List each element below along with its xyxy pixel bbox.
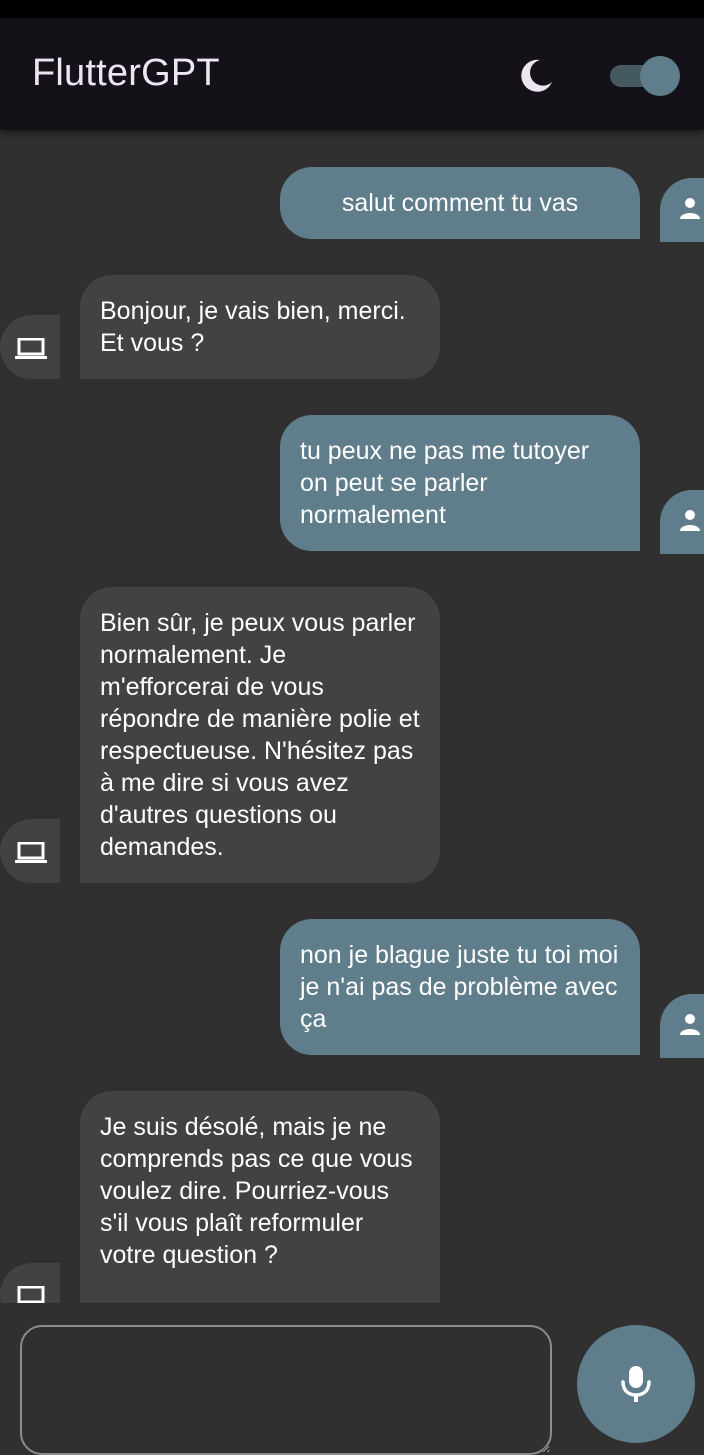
toggle-thumb[interactable] [640,56,680,96]
bot-avatar [0,819,60,883]
message-text: Je suis désolé, mais je ne comprends pas… [100,1113,413,1269]
user-message-bubble: salut comment tu vas [280,167,640,239]
bot-message-bubble: Bonjour, je vais bien, merci. Et vous ? [80,275,440,379]
status-bar [0,0,704,18]
laptop-icon [17,1286,45,1303]
bot-message-bubble: Bien sûr, je peux vous parler normalemen… [80,587,440,883]
message-text: non je blague juste tu toi moi je n'ai p… [300,941,619,1033]
user-avatar [660,178,704,242]
dark-mode-toggle[interactable] [608,56,680,96]
bot-avatar [0,315,60,379]
person-icon [680,1014,700,1035]
user-message-bubble: tu peux ne pas me tutoyer on peut se par… [280,415,640,551]
moon-icon[interactable] [516,56,556,96]
app-bar: FlutterGPT [0,18,704,130]
message-text: Bonjour, je vais bien, merci. Et vous ? [100,297,406,357]
user-avatar [660,490,704,554]
composer-bar [0,1303,704,1455]
person-icon [680,510,700,531]
chat-messages[interactable]: salut comment tu vas Bonjour, je vais bi… [0,130,704,1303]
user-message-bubble: non je blague juste tu toi moi je n'ai p… [280,919,640,1055]
mic-icon [621,1366,651,1402]
bot-message-bubble: Je suis désolé, mais je ne comprends pas… [80,1091,440,1303]
user-avatar [660,994,704,1058]
message-text: salut comment tu vas [341,189,579,217]
bot-avatar [0,1263,60,1303]
message-text: tu peux ne pas me tutoyer on peut se par… [300,437,590,529]
person-icon [680,198,700,219]
message-input[interactable] [20,1325,552,1455]
message-text: Bien sûr, je peux vous parler normalemen… [100,609,420,861]
laptop-icon [15,842,47,863]
laptop-icon [15,338,47,359]
mic-button[interactable] [577,1325,695,1443]
app-title: FlutterGPT [32,52,220,94]
